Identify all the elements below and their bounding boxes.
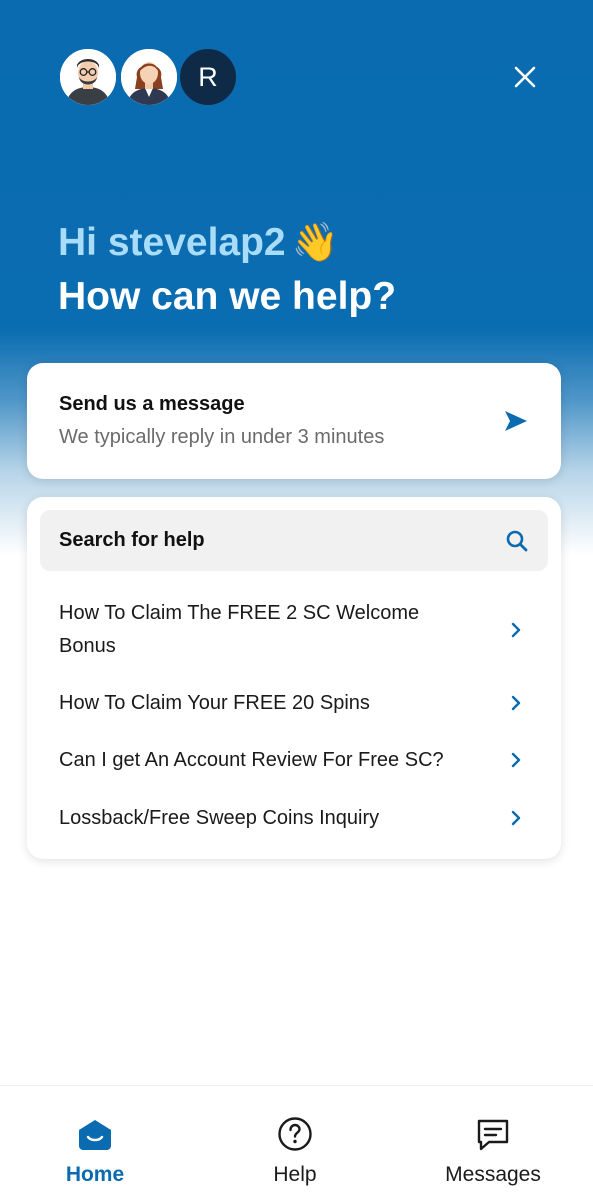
help-article-item[interactable]: Can I get An Account Review For Free SC? <box>27 744 561 777</box>
close-icon <box>514 66 536 88</box>
greeting-name: Hi stevelap2 <box>58 221 286 264</box>
wave-icon: 👋 <box>291 222 339 264</box>
nav-home-label: Home <box>65 1163 125 1186</box>
nav-home[interactable]: Home <box>40 1086 150 1201</box>
nav-messages[interactable]: Messages <box>428 1086 558 1201</box>
chevron-right-icon <box>511 752 521 768</box>
help-article-item[interactable]: How To Claim Your FREE 20 Spins <box>27 687 561 720</box>
chevron-right-icon <box>511 695 521 711</box>
bottom-navigation: Home Help Messages <box>0 1085 593 1201</box>
chevron-right-icon <box>511 810 521 826</box>
send-message-title: Send us a message <box>59 393 245 415</box>
home-icon <box>79 1120 111 1150</box>
help-article-item[interactable]: How To Claim The FREE 2 SC Welcome Bonus <box>27 597 561 663</box>
close-button[interactable] <box>508 60 542 94</box>
help-article-title: How To Claim Your FREE 20 Spins <box>59 692 370 714</box>
help-article-title: Can I get An Account Review For Free SC? <box>59 749 444 771</box>
help-icon <box>278 1117 312 1151</box>
woman-avatar <box>118 46 180 108</box>
search-help-label: Search for help <box>59 529 205 551</box>
send-message-card[interactable]: Send us a message We typically reply in … <box>27 363 561 479</box>
nav-messages-label: Messages <box>445 1163 541 1186</box>
man-with-glasses-avatar <box>57 46 119 108</box>
reply-time-text: We typically reply in under 3 minutes <box>59 426 385 448</box>
send-icon <box>505 411 527 431</box>
initial-avatar: R <box>177 46 239 108</box>
team-avatars: R <box>57 46 247 108</box>
greeting: Hi stevelap2 👋 How can we help? <box>58 216 396 324</box>
search-icon <box>506 530 528 552</box>
nav-help[interactable]: Help <box>240 1086 350 1201</box>
help-article-item[interactable]: Lossback/Free Sweep Coins Inquiry <box>27 802 561 835</box>
help-article-title: How To Claim The FREE 2 SC Welcome Bonus <box>59 602 420 657</box>
avatar-initial: R <box>198 62 218 92</box>
help-article-title: Lossback/Free Sweep Coins Inquiry <box>59 807 380 829</box>
help-card: Search for help How To Claim The FREE 2 … <box>27 497 561 859</box>
chevron-right-icon <box>511 622 521 638</box>
greeting-line-1: Hi stevelap2 👋 <box>58 216 396 270</box>
messages-icon <box>477 1119 509 1151</box>
search-help-input[interactable]: Search for help <box>40 510 548 571</box>
greeting-line-2: How can we help? <box>58 275 397 318</box>
nav-help-label: Help <box>273 1163 317 1186</box>
